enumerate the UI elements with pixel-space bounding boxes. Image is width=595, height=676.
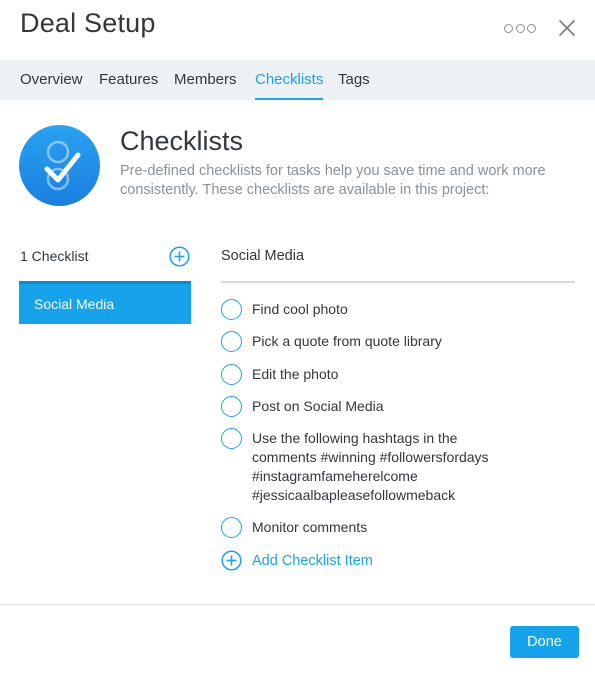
tab-tags[interactable]: Tags: [338, 60, 370, 100]
close-icon[interactable]: [557, 18, 577, 38]
checklist-task[interactable]: Use the following hashtags in the commen…: [221, 428, 502, 505]
tab-bar: Overview Features Members Checklists Tag…: [0, 60, 595, 100]
task-label: Edit the photo: [252, 366, 339, 382]
task-checkbox-icon[interactable]: [221, 428, 242, 449]
section-title: Checklists: [120, 126, 244, 156]
checklist-task[interactable]: Find cool photo: [221, 299, 502, 320]
task-label: Find cool photo: [252, 301, 348, 317]
checklist-title: Social Media: [221, 248, 305, 264]
task-checkbox-icon[interactable]: [221, 396, 242, 417]
footer-divider: [0, 604, 595, 605]
more-options-button[interactable]: [504, 20, 536, 36]
dialog-title: Deal Setup: [20, 8, 156, 38]
task-label: Pick a quote from quote library: [252, 333, 442, 349]
checklist-task[interactable]: Edit the photo: [221, 364, 502, 385]
section-description: Pre-defined checklists for tasks help yo…: [120, 163, 546, 198]
task-checkbox-icon[interactable]: [221, 299, 242, 320]
more-dot-icon: [504, 23, 513, 33]
add-checklist-item-label: Add Checklist Item: [252, 552, 373, 569]
dialog-header: Deal Setup: [0, 0, 595, 60]
task-label: Post on Social Media: [252, 398, 384, 414]
task-label: Monitor comments: [252, 519, 368, 535]
tab-features[interactable]: Features: [99, 60, 158, 100]
tab-members[interactable]: Members: [174, 60, 237, 100]
checklist-task[interactable]: Monitor comments: [221, 517, 502, 538]
tab-overview[interactable]: Overview: [20, 60, 83, 100]
done-button[interactable]: Done: [510, 626, 579, 658]
add-checklist-icon[interactable]: [169, 246, 190, 267]
checklist-task[interactable]: Post on Social Media: [221, 396, 502, 417]
task-checkbox-icon[interactable]: [221, 364, 242, 385]
more-dot-icon: [527, 23, 536, 33]
checklist-task[interactable]: Pick a quote from quote library: [221, 331, 502, 352]
more-dot-icon: [515, 23, 525, 33]
tab-checklists[interactable]: Checklists: [255, 60, 324, 100]
divider: [221, 281, 575, 283]
task-label: Use the following hashtags in the commen…: [252, 430, 489, 503]
checklist-badge-icon: [19, 125, 100, 206]
sidebar-item-social-media[interactable]: Social Media: [19, 281, 191, 324]
add-checklist-item-button[interactable]: Add Checklist Item: [221, 550, 373, 571]
task-checkbox-icon[interactable]: [221, 331, 242, 352]
task-checkbox-icon[interactable]: [221, 517, 242, 538]
checklist-count: 1 Checklist: [20, 248, 89, 264]
add-icon: [221, 550, 242, 571]
